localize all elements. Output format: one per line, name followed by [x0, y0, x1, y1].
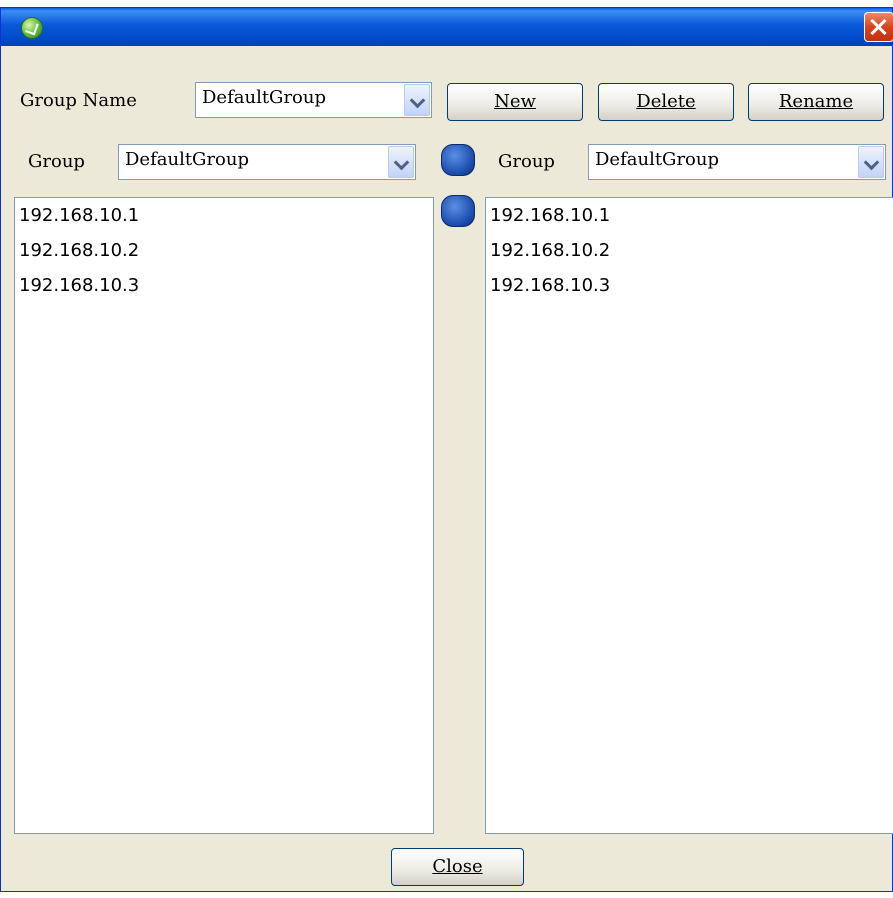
move-right-icon[interactable]: [441, 144, 475, 176]
app-icon: [21, 17, 43, 39]
move-left-icon[interactable]: [441, 195, 475, 227]
group-name-select[interactable]: DefaultGroup: [195, 82, 432, 118]
left-host-list[interactable]: 192.168.10.1 192.168.10.2 192.168.10.3: [14, 197, 434, 834]
group-name-label: Group Name: [20, 90, 137, 111]
close-icon[interactable]: [864, 12, 893, 42]
group-manager-dialog: Group Name DefaultGroup New Delete Renam…: [0, 7, 893, 892]
delete-button-label: Delete: [636, 91, 696, 112]
close-button-label: Close: [432, 856, 483, 877]
chevron-down-icon[interactable]: [388, 146, 414, 178]
list-item[interactable]: 192.168.10.2: [486, 233, 893, 268]
delete-button[interactable]: Delete: [598, 83, 734, 121]
list-item[interactable]: 192.168.10.1: [486, 198, 893, 233]
right-group-select[interactable]: DefaultGroup: [588, 144, 886, 180]
left-group-value: DefaultGroup: [125, 149, 249, 170]
right-host-list[interactable]: 192.168.10.1 192.168.10.2 192.168.10.3: [485, 197, 893, 834]
rename-button-label: Rename: [778, 91, 854, 112]
rename-button[interactable]: Rename: [748, 83, 884, 121]
new-button-label: New: [494, 91, 536, 112]
right-group-value: DefaultGroup: [595, 149, 719, 170]
chevron-down-icon[interactable]: [404, 84, 430, 116]
list-item[interactable]: 192.168.10.2: [15, 233, 433, 268]
title-bar[interactable]: [1, 8, 893, 46]
left-group-select[interactable]: DefaultGroup: [118, 144, 416, 180]
group-name-value: DefaultGroup: [202, 87, 326, 108]
new-button[interactable]: New: [447, 83, 583, 121]
left-group-label: Group: [28, 151, 85, 172]
close-button[interactable]: Close: [391, 848, 524, 886]
list-item[interactable]: 192.168.10.3: [486, 268, 893, 303]
list-item[interactable]: 192.168.10.3: [15, 268, 433, 303]
chevron-down-icon[interactable]: [858, 146, 884, 178]
list-item[interactable]: 192.168.10.1: [15, 198, 433, 233]
right-group-label: Group: [498, 151, 555, 172]
